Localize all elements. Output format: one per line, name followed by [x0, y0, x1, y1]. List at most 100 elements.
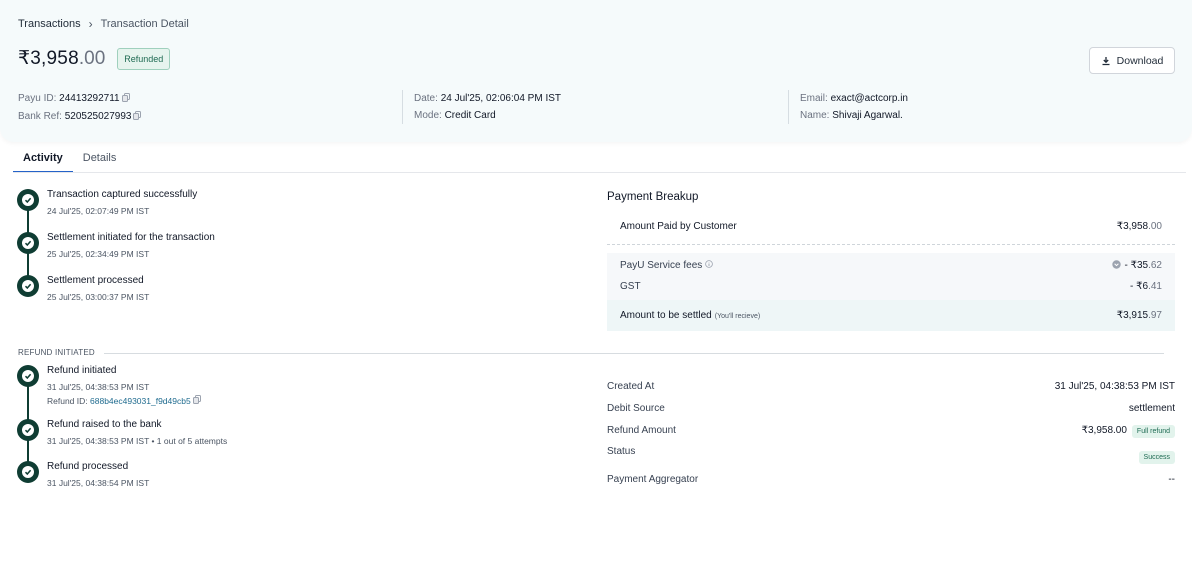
payu-id-value: 24413292711: [59, 93, 120, 104]
name-value: Shivaji Agarwal.: [832, 110, 903, 121]
timeline-title: Refund raised to the bank: [47, 419, 162, 430]
refund-amount-label: Refund Amount: [607, 424, 676, 436]
refund-amount-value: ₹3,958.00: [1081, 424, 1127, 436]
date-label: Date:: [414, 93, 438, 104]
timeline-title: Transaction captured successfully: [47, 189, 198, 200]
dashed-divider: [607, 244, 1175, 245]
date-value: 24 Jul'25, 02:06:04 PM IST: [440, 93, 561, 104]
refund-created-row: Created At 31 Jul'25, 04:38:53 PM IST: [607, 378, 1175, 394]
refund-section-label: REFUND INITIATED: [18, 348, 95, 357]
amount-main: ₹3,958: [18, 48, 79, 69]
amount-paid-value: ₹3,958.00: [1117, 221, 1162, 232]
amount-paid-decimal: .00: [1148, 220, 1162, 232]
check-circle-icon: [17, 419, 39, 441]
amount-settled-row: Amount to be settled (You'll recieve) ₹3,…: [607, 305, 1175, 325]
refund-id-row: Refund ID: 688b4ec493031_f9d49cb5: [47, 395, 201, 406]
amount-paid-row: Amount Paid by Customer ₹3,958.00: [607, 216, 1175, 236]
gst-row: GST - ₹6.41: [607, 276, 1175, 296]
copy-icon[interactable]: [192, 395, 201, 406]
amount-settled-label: Amount to be settled: [620, 309, 712, 321]
check-circle-icon: [17, 232, 39, 254]
amount-settled-decimal: .97: [1148, 309, 1162, 321]
aggregator-label: Payment Aggregator: [607, 473, 699, 485]
mode-value: Credit Card: [444, 110, 496, 121]
service-fees-decimal: .62: [1148, 259, 1162, 271]
service-fees-main: - ₹35: [1124, 259, 1149, 271]
copy-icon[interactable]: [121, 91, 130, 108]
refund-id-label: Refund ID:: [47, 396, 88, 406]
gst-main: - ₹6: [1130, 280, 1149, 292]
meta-customer: Email: exact@actcorp.in Name: Shivaji Ag…: [800, 90, 908, 124]
aggregator-value: --: [1168, 473, 1175, 485]
timeline-title: Refund processed: [47, 461, 129, 472]
status-badge: Refunded: [117, 47, 171, 70]
service-fees-row: PayU Service fees - ₹35.62: [607, 255, 1175, 275]
download-button[interactable]: Download: [1089, 47, 1175, 74]
breadcrumb: Transactions › Transaction Detail: [18, 17, 189, 31]
breadcrumb-transactions-link[interactable]: Transactions: [18, 18, 81, 30]
chevron-down-circle-icon[interactable]: [1111, 259, 1125, 271]
debit-label: Debit Source: [607, 402, 665, 414]
timeline-time: 31 Jul'25, 04:38:53 PM IST: [47, 382, 150, 392]
meta-date-mode: Date: 24 Jul'25, 02:06:04 PM IST Mode: C…: [414, 90, 561, 124]
amount-settled-label-wrap: Amount to be settled (You'll recieve): [620, 310, 760, 321]
bank-ref-value: 520525027993: [64, 111, 132, 122]
status-label: Status: [607, 446, 636, 457]
section-divider: [104, 353, 1164, 354]
check-circle-icon: [17, 461, 39, 483]
refund-aggregator-row: Payment Aggregator --: [607, 471, 1175, 487]
created-value: 31 Jul'25, 04:38:53 PM IST: [1054, 380, 1175, 392]
payu-id-label: Payu ID:: [18, 93, 57, 104]
check-circle-icon: [17, 275, 39, 297]
amount-settled-note: (You'll recieve): [714, 312, 761, 320]
status-success-badge: Success: [1138, 450, 1175, 464]
gst-label: GST: [620, 280, 641, 292]
amount-paid-label: Amount Paid by Customer: [620, 220, 737, 232]
service-fees-label: PayU Service fees: [620, 259, 703, 271]
tab-activity[interactable]: Activity: [13, 148, 73, 173]
refund-debit-row: Debit Source settlement: [607, 400, 1175, 416]
mode-label: Mode:: [414, 110, 442, 121]
email-label: Email:: [800, 93, 828, 104]
amount-settled-value: ₹3,915.97: [1117, 310, 1162, 321]
gst-decimal: .41: [1148, 280, 1162, 292]
name-label: Name:: [800, 110, 830, 121]
breadcrumb-current: Transaction Detail: [100, 18, 189, 30]
tab-bar: Activity Details: [13, 148, 126, 173]
timeline-time: 25 Jul'25, 02:34:49 PM IST: [47, 249, 150, 259]
copy-icon[interactable]: [133, 109, 142, 126]
timeline-time: 24 Jul'25, 02:07:49 PM IST: [47, 206, 150, 216]
refund-amount-wrap: ₹3,958.00 Full refund: [1081, 424, 1175, 438]
amount-decimal: .00: [78, 47, 106, 69]
tab-divider: [13, 172, 1186, 173]
gst-value: - ₹6.41: [1130, 281, 1162, 292]
timeline-time: 31 Jul'25, 04:38:53 PM IST • 1 out of 5 …: [47, 436, 228, 446]
full-refund-badge: Full refund: [1131, 424, 1175, 438]
refund-amount-row: Refund Amount ₹3,958.00 Full refund: [607, 421, 1175, 439]
refund-status-row: Status Success: [607, 446, 1175, 464]
meta-divider: [402, 90, 403, 124]
timeline-time: 25 Jul'25, 03:00:37 PM IST: [47, 292, 150, 302]
timeline-time: 31 Jul'25, 04:38:54 PM IST: [47, 478, 150, 488]
tab-details[interactable]: Details: [73, 148, 127, 173]
payment-breakup-title: Payment Breakup: [607, 191, 699, 203]
amount-settled-main: ₹3,915: [1116, 309, 1149, 321]
transaction-header: Transactions › Transaction Detail ₹3,958…: [0, 0, 1192, 142]
service-fees-value-wrap: - ₹35.62: [1111, 259, 1162, 271]
meta-divider: [788, 90, 789, 124]
download-label: Download: [1116, 54, 1164, 67]
service-fees-label-wrap: PayU Service fees: [620, 260, 713, 271]
debit-value: settlement: [1128, 402, 1175, 414]
meta-ids: Payu ID: 24413292711 Bank Ref: 520525027…: [18, 90, 142, 126]
timeline-title: Refund initiated: [47, 365, 117, 376]
bank-ref-label: Bank Ref:: [18, 111, 62, 122]
check-circle-icon: [17, 189, 39, 211]
info-icon[interactable]: [705, 259, 713, 271]
transaction-amount: ₹3,958.00 Refunded: [18, 47, 171, 70]
chevron-right-icon: ›: [88, 17, 93, 31]
timeline-title: Settlement initiated for the transaction: [47, 232, 215, 243]
created-label: Created At: [607, 380, 655, 392]
refund-id-value: 688b4ec493031_f9d49cb5: [90, 396, 191, 406]
email-value: exact@actcorp.in: [830, 93, 908, 104]
check-circle-icon: [17, 365, 39, 387]
